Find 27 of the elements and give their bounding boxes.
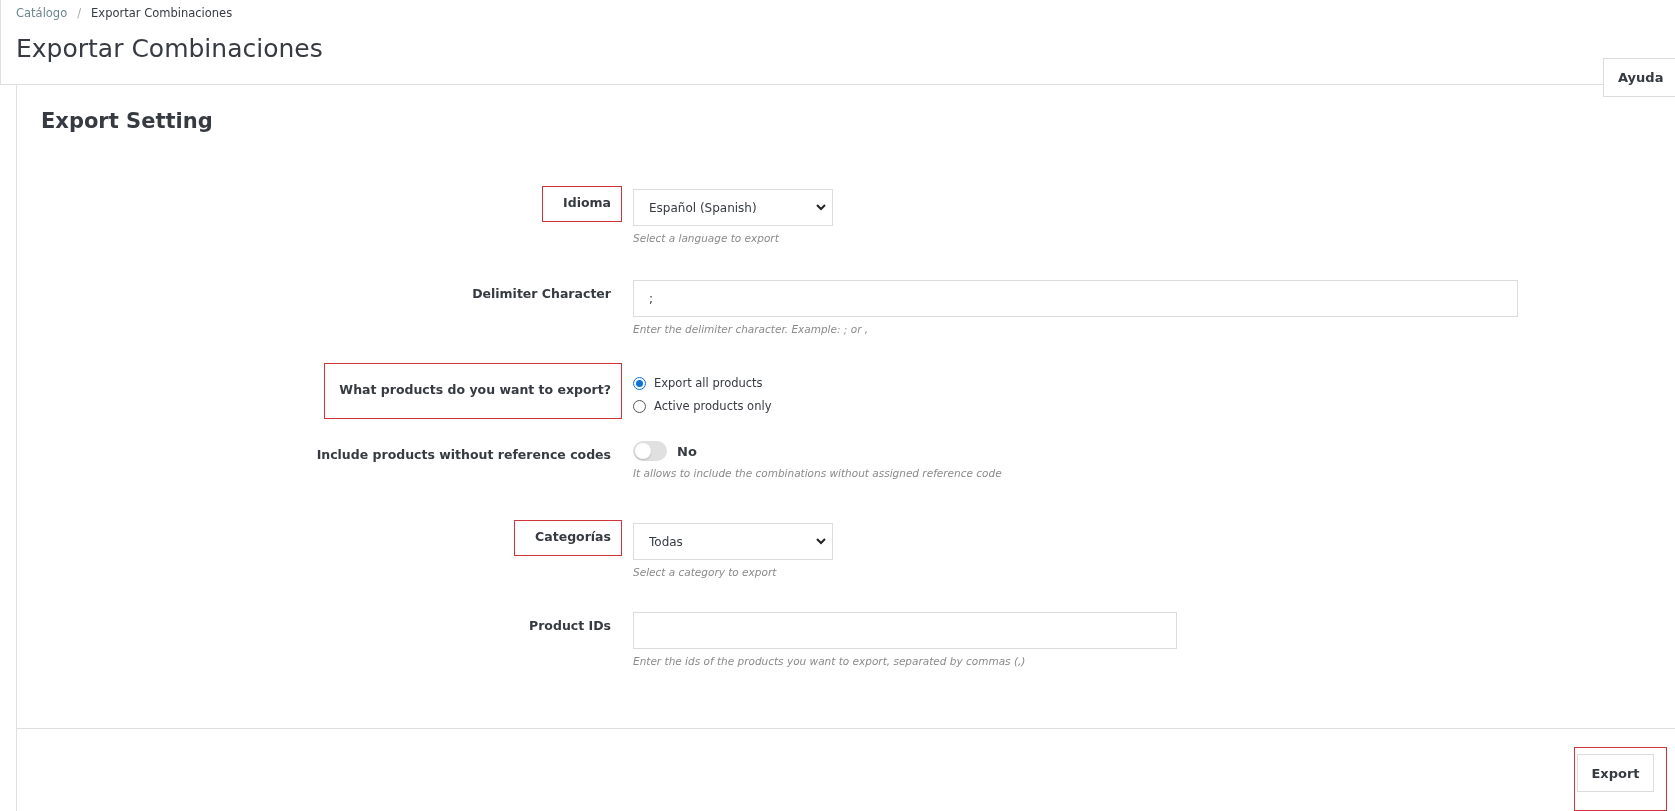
breadcrumb-separator: / (77, 6, 82, 20)
help-text: Enter the ids of the products you want to export, separated by commas (,) (633, 655, 1027, 667)
field-label: Product IDs (528, 617, 612, 635)
text-input-field[interactable] (633, 612, 1177, 649)
help-text: Enter the delimiter character. Example: ; or , (633, 323, 870, 335)
text-input-field[interactable]: ; (633, 280, 1518, 317)
help-text: Select a category to export (633, 566, 778, 578)
export-button[interactable]: Export (1577, 754, 1654, 792)
field-label: Idioma (542, 186, 622, 222)
radio-label: Export all products (654, 376, 763, 390)
help-text: It allows to include the combinations without assigned reference code (633, 467, 1003, 479)
toggle-switch[interactable] (633, 441, 667, 461)
radio-label: Active products only (654, 399, 772, 413)
field-label: Delimiter Character (471, 285, 612, 303)
field-label: What products do you want to export? (324, 363, 622, 419)
help-button[interactable]: Ayuda (1603, 58, 1675, 97)
dropdown-select[interactable]: Todas (633, 523, 833, 560)
field-label: Include products without reference codes (315, 446, 612, 464)
page-title: Exportar Combinaciones (16, 34, 324, 63)
chevron-down-icon (816, 538, 826, 545)
panel-title: Export Setting (40, 108, 214, 133)
dropdown-select[interactable]: Español (Spanish) (633, 189, 833, 226)
toggle-state-label: No (677, 443, 697, 459)
breadcrumb-link[interactable]: Catálogo (16, 6, 68, 20)
field-label: Categorías (514, 520, 622, 556)
help-text: Select a language to export (633, 232, 780, 244)
chevron-down-icon (816, 204, 826, 211)
